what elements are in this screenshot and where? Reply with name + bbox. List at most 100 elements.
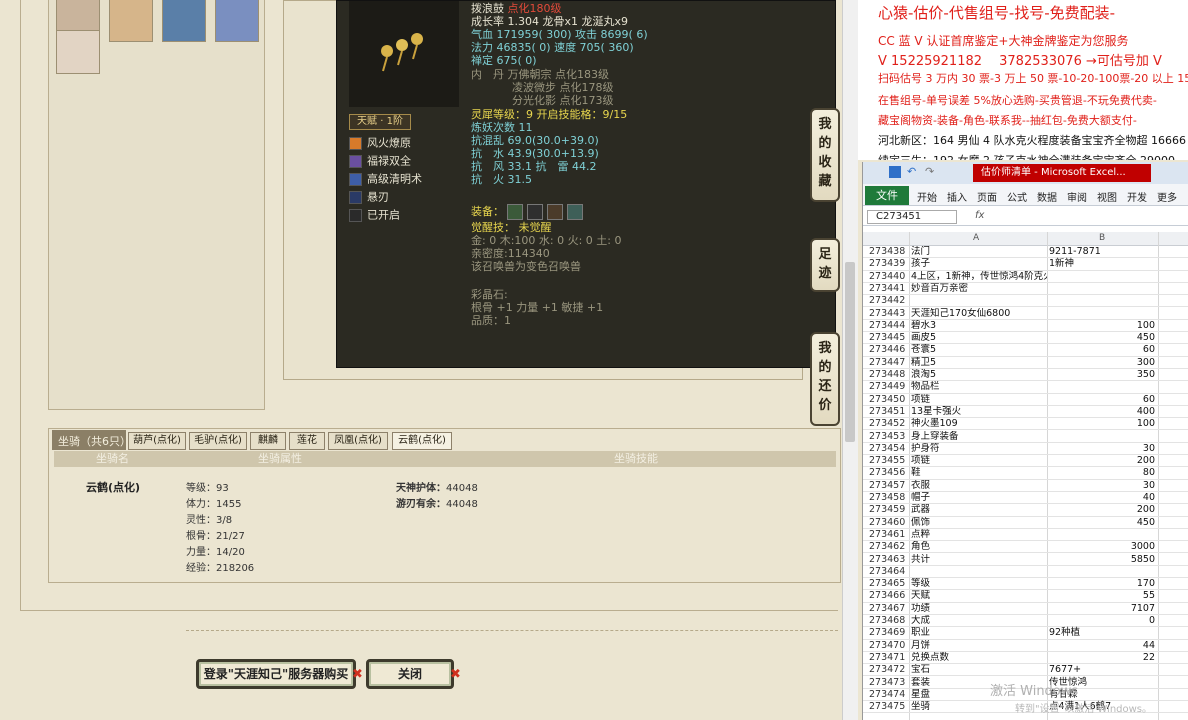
sheet-row[interactable]: 273445 画皮5 450	[863, 332, 1188, 345]
cell-a[interactable]: 月饼	[911, 640, 1047, 652]
row-number[interactable]: 273449	[869, 381, 905, 393]
sheet-row[interactable]: 273446 苍寰5 60	[863, 344, 1188, 357]
cell-b[interactable]: 80	[1049, 467, 1155, 479]
sheet-row[interactable]: 273461 点粹	[863, 529, 1188, 542]
cell-a[interactable]: 佩饰	[911, 517, 1047, 529]
sheet-row[interactable]: 273470 月饼 44	[863, 640, 1188, 652]
row-number[interactable]: 273440	[869, 271, 905, 283]
avatar-thumb[interactable]	[215, 0, 259, 42]
sheet-row[interactable]: 273450 项链 60	[863, 394, 1188, 406]
cell-a[interactable]: 宝石	[911, 664, 1047, 676]
name-box[interactable]: C273451	[867, 210, 957, 224]
cell-a[interactable]: 法门	[911, 246, 1047, 258]
cell-a[interactable]: 共计	[911, 554, 1047, 566]
row-number[interactable]: 273451	[869, 406, 905, 418]
save-icon[interactable]	[889, 166, 901, 178]
cell-b[interactable]: 30	[1049, 480, 1155, 492]
footprint-button[interactable]: 足迹	[810, 238, 840, 292]
row-number[interactable]: 273448	[869, 369, 905, 381]
cell-a[interactable]: 项链	[911, 455, 1047, 467]
sheet-row[interactable]: 273467 功绩 7107	[863, 603, 1188, 615]
sheet-row[interactable]: 273460 佩饰 450	[863, 517, 1188, 529]
ribbon-tab[interactable]: 页面	[977, 189, 997, 204]
row-number[interactable]: 273445	[869, 332, 905, 344]
cell-b[interactable]: 3000	[1049, 541, 1155, 553]
sheet-row[interactable]: 273456 鞋 80	[863, 467, 1188, 480]
row-number[interactable]: 273438	[869, 246, 905, 258]
column-a[interactable]: A	[973, 233, 979, 243]
mount-tab[interactable]: 莲花	[289, 432, 325, 450]
sheet-row[interactable]: 273459 武器 200	[863, 504, 1188, 517]
equip-slot[interactable]	[507, 204, 523, 220]
sheet-row[interactable]: 273458 帽子 40	[863, 492, 1188, 505]
sheet-row[interactable]: 273465 等级 170	[863, 578, 1188, 591]
skill-item[interactable]: 悬刃	[349, 191, 389, 206]
sheet-row[interactable]: 273440 4上区，1新神，传世惊鸿4阶克火程度伤害	[863, 271, 1188, 283]
equip-slot[interactable]	[547, 204, 563, 220]
cell-b[interactable]: 1新神	[1049, 258, 1159, 270]
cell-a[interactable]: 精卫5	[911, 357, 1047, 369]
cell-a[interactable]: 护身符	[911, 443, 1047, 455]
cell-a[interactable]: 职业	[911, 627, 1047, 639]
mount-tab[interactable]: 凤凰(点化)	[328, 432, 388, 450]
cell-b[interactable]: 100	[1049, 418, 1155, 430]
cell-a[interactable]: 浪淘5	[911, 369, 1047, 381]
skill-item[interactable]: 福禄双全	[349, 155, 411, 170]
cell-a[interactable]: 妙音百万亲密	[911, 283, 1047, 295]
row-number[interactable]: 273461	[869, 529, 905, 541]
cell-b[interactable]: 300	[1049, 357, 1155, 369]
ribbon-tab[interactable]: 开发	[1127, 189, 1147, 204]
sheet-row[interactable]: 273449 物品栏	[863, 381, 1188, 394]
avatar-thumb[interactable]	[162, 0, 206, 42]
sheet-row[interactable]: 273472 宝石 7677+	[863, 664, 1188, 677]
row-number[interactable]: 273452	[869, 418, 905, 430]
row-number[interactable]: 273454	[869, 443, 905, 455]
row-number[interactable]: 273442	[869, 295, 905, 307]
fx-icon[interactable]: fx	[975, 210, 984, 221]
cell-a[interactable]: 兑换点数	[911, 652, 1047, 664]
skill-item[interactable]: 风火燎原	[349, 137, 411, 152]
sheet-row[interactable]: 273464	[863, 566, 1188, 579]
row-number[interactable]: 273459	[869, 504, 905, 516]
sheet-row[interactable]: 273453 身上穿装备	[863, 431, 1188, 443]
cell-a[interactable]: 碧水3	[911, 320, 1047, 332]
row-number[interactable]: 273458	[869, 492, 905, 504]
row-number[interactable]: 273441	[869, 283, 905, 295]
login-buy-button[interactable]: 登录"天涯知己"服务器购买	[196, 659, 356, 689]
ribbon-tab[interactable]: 公式	[1007, 189, 1027, 204]
sheet-row[interactable]: 273439 孩子 1新神	[863, 258, 1188, 271]
sheet-row[interactable]: 273438 法门 9211-7871	[863, 246, 1188, 259]
sheet-row[interactable]: 273443 天涯知己170女仙6800	[863, 308, 1188, 320]
sheet-row[interactable]: 273468 大成 0	[863, 615, 1188, 628]
sheet-row[interactable]: 273441 妙音百万亲密	[863, 283, 1188, 296]
row-number[interactable]: 273460	[869, 517, 905, 529]
ribbon-tab[interactable]: 更多	[1157, 189, 1177, 204]
cell-b[interactable]: 44	[1049, 640, 1155, 652]
scrollbar-thumb[interactable]	[845, 262, 855, 442]
mount-tab[interactable]: 毛驴(点化)	[189, 432, 247, 450]
cell-b[interactable]: 7677+	[1049, 664, 1159, 676]
cell-a[interactable]: 画皮5	[911, 332, 1047, 344]
row-number[interactable]: 273462	[869, 541, 905, 553]
row-number[interactable]: 273444	[869, 320, 905, 332]
cell-a[interactable]: 天赋	[911, 590, 1047, 602]
cell-a[interactable]: 4上区，1新神，传世惊鸿4阶克火程度伤害	[911, 271, 1047, 283]
cell-a[interactable]: 武器	[911, 504, 1047, 516]
sheet-row[interactable]: 273457 衣服 30	[863, 480, 1188, 492]
row-number[interactable]: 273466	[869, 590, 905, 602]
sheet-row[interactable]: 273444 碧水3 100	[863, 320, 1188, 333]
mount-tab-active[interactable]: 云鹤(点化)	[392, 432, 452, 450]
cell-b[interactable]: 22	[1049, 652, 1155, 664]
sheet-row[interactable]: 273466 天赋 55	[863, 590, 1188, 603]
sheet-row[interactable]: 273471 兑换点数 22	[863, 652, 1188, 665]
row-number[interactable]: 273469	[869, 627, 905, 639]
cell-a[interactable]: 等级	[911, 578, 1047, 590]
cell-a[interactable]: 点粹	[911, 529, 1047, 541]
cell-b[interactable]: 30	[1049, 443, 1155, 455]
cell-b[interactable]: 55	[1049, 590, 1155, 602]
cell-b[interactable]: 400	[1049, 406, 1155, 418]
sheet-row[interactable]: 273455 项链 200	[863, 455, 1188, 468]
row-number[interactable]: 273474	[869, 689, 905, 701]
column-b[interactable]: B	[1099, 233, 1105, 243]
cell-b[interactable]: 60	[1049, 344, 1155, 356]
